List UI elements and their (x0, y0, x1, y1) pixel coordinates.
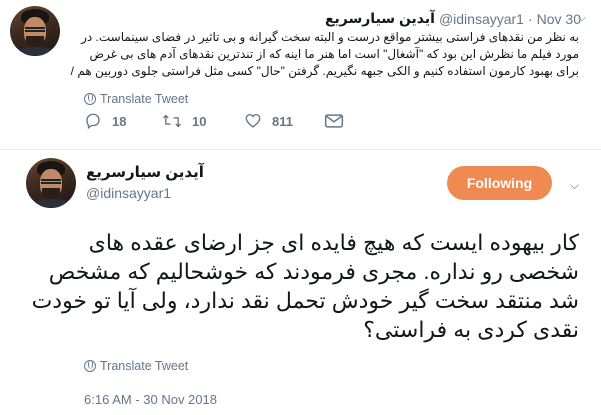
reply-icon (86, 113, 100, 130)
globe-icon (84, 93, 96, 105)
avatar[interactable] (10, 6, 60, 56)
translate-label: Translate Tweet (100, 92, 189, 106)
tweet-timestamp[interactable]: 6:16 AM - 30 Nov 2018 (84, 392, 217, 407)
author-name[interactable]: آیدین سیارسریع (86, 163, 204, 181)
chevron-down-icon[interactable]: ⌵ (578, 12, 586, 25)
heart-icon (245, 113, 261, 128)
avatar[interactable] (26, 158, 76, 208)
avatar-beard (42, 188, 60, 199)
reply-count: 18 (112, 113, 127, 129)
author-handle[interactable]: @idinsayyar1 (439, 11, 524, 27)
tweet-date[interactable]: Nov 30 (537, 11, 581, 27)
envelope-icon (324, 114, 344, 128)
avatar-shirt (15, 47, 55, 56)
tweet-header: آیدین سیارسریع @idinsayyar1 · Nov 30 (70, 10, 581, 27)
tweet-text: به نظر من نقدهای فراستی بیشتر مواقع درست… (70, 30, 579, 78)
like-button[interactable]: 811 (244, 112, 293, 130)
reply-button[interactable]: 18 (84, 112, 126, 130)
separator-dot: · (527, 10, 533, 27)
translate-tweet-link[interactable]: Translate Tweet (84, 359, 188, 373)
following-button[interactable]: Following (447, 166, 552, 200)
direct-message-button[interactable] (324, 113, 344, 129)
avatar-shirt (31, 199, 71, 208)
author-name[interactable]: آیدین سیارسریع (325, 10, 435, 27)
retweet-count: 10 (192, 113, 207, 129)
tweet-text: کار بیهوده ایست که هیچ فایده ای جز ارضای… (31, 230, 579, 342)
avatar-beard (26, 36, 44, 47)
chevron-down-icon[interactable]: ⌵ (570, 178, 579, 193)
retweet-icon (163, 114, 181, 128)
retweet-button[interactable]: 10 (162, 112, 206, 130)
avatar-glasses (25, 27, 45, 32)
globe-icon (84, 360, 96, 372)
avatar-glasses (41, 179, 61, 184)
translate-tweet-link[interactable]: Translate Tweet (84, 92, 188, 106)
translate-label: Translate Tweet (100, 359, 189, 373)
like-count: 811 (272, 113, 293, 129)
author-handle[interactable]: @idinsayyar1 (86, 185, 171, 201)
tweet-divider (0, 149, 601, 150)
